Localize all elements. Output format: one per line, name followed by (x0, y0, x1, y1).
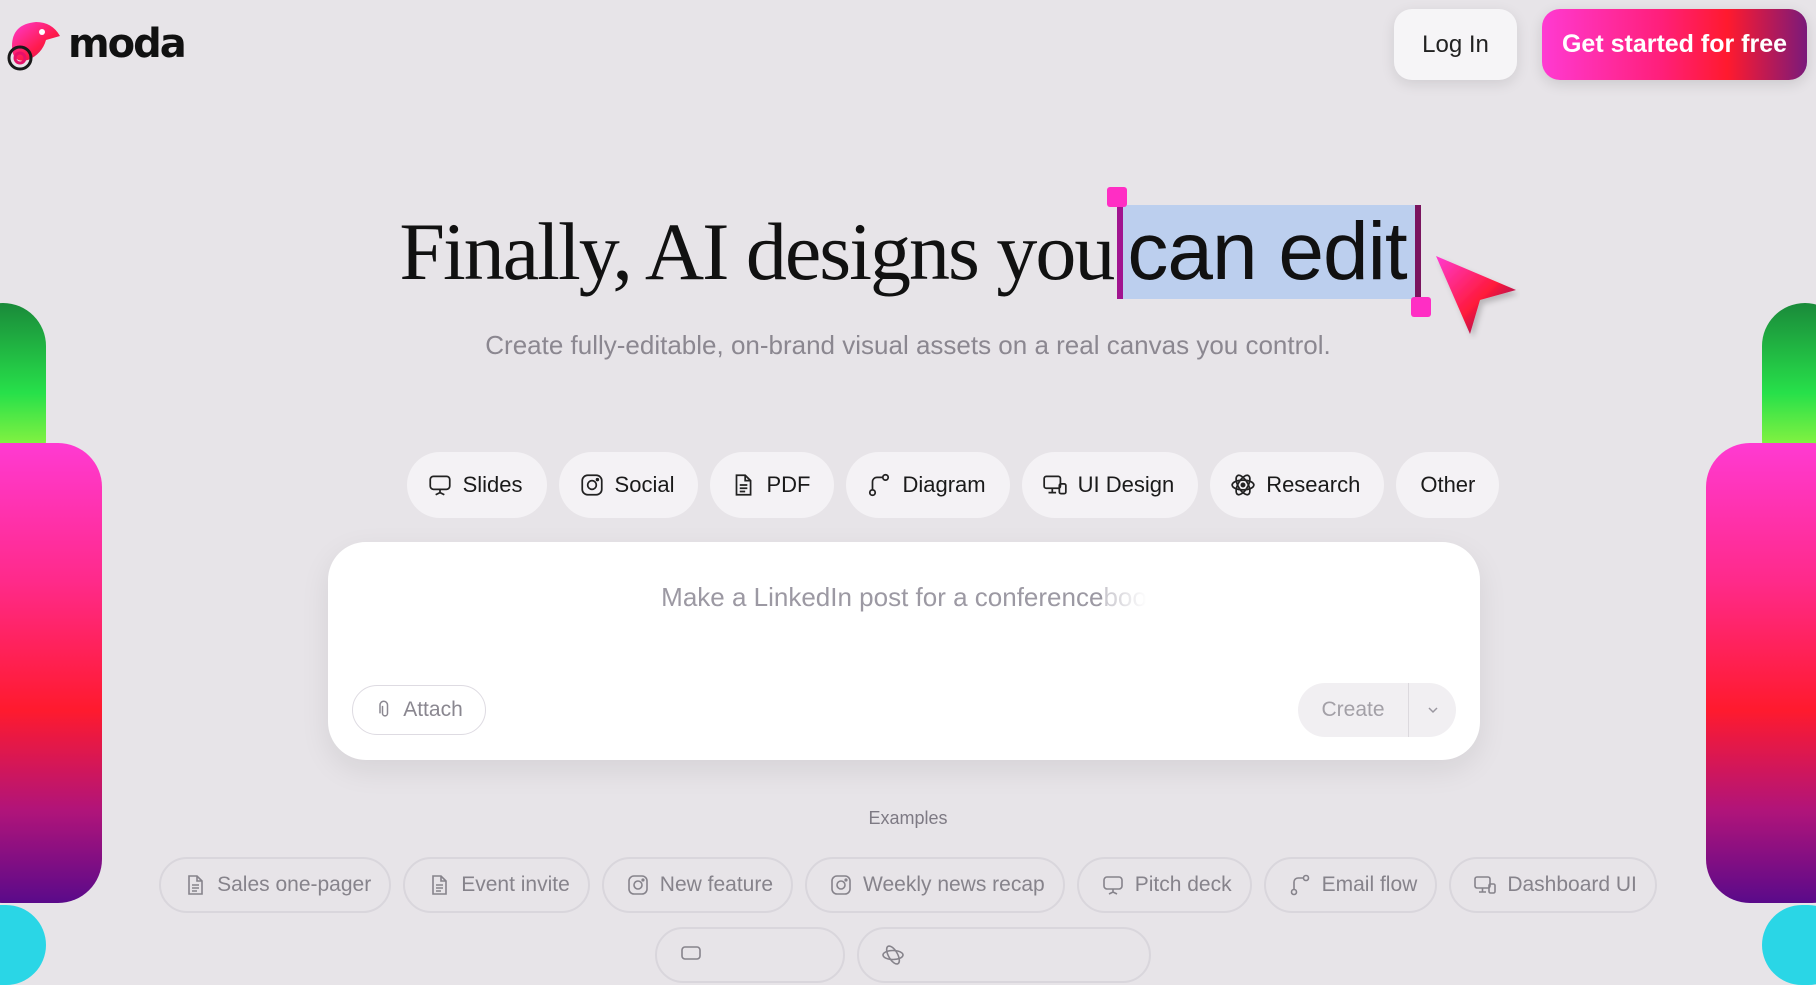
examples-list-row-2 (655, 927, 1151, 983)
flow-icon (869, 473, 890, 497)
presentation-icon (681, 946, 701, 960)
login-button[interactable]: Log In (1394, 9, 1517, 80)
hero-headline: Finally, AI designs you can edit (0, 187, 1816, 317)
category-social[interactable]: Social (558, 452, 699, 518)
category-label: Other (1420, 472, 1476, 497)
category-other[interactable]: Other (1396, 452, 1500, 518)
attach-button[interactable]: Attach (352, 685, 486, 735)
decor-right-bottom (1762, 905, 1816, 985)
get-started-button[interactable]: Get started for free (1542, 9, 1807, 80)
brand-logo[interactable]: moda (2, 14, 187, 74)
examples-heading: Examples (868, 808, 948, 828)
paperclip-icon (379, 700, 389, 717)
category-research[interactable]: Research (1210, 452, 1385, 518)
example-dashboard-ui[interactable]: Dashboard UI (1449, 857, 1657, 913)
selection-caret-end (1414, 205, 1421, 299)
headline-highlight-text: can edit (1127, 206, 1407, 297)
selection-caret-start (1117, 205, 1124, 299)
document-icon (736, 474, 752, 496)
create-options-dropdown[interactable] (1409, 683, 1456, 737)
create-button[interactable]: Create (1298, 683, 1408, 737)
category-label: Research (1266, 472, 1361, 497)
headline-prefix: Finally, AI designs you (399, 206, 1115, 297)
hero-subheadline: Create fully-editable, on-brand visual a… (485, 330, 1331, 360)
devices-icon (1474, 876, 1497, 894)
category-label: UI Design (1077, 472, 1175, 497)
atom-icon (1231, 474, 1255, 496)
example-label: Event invite (461, 873, 570, 896)
document-icon (188, 875, 203, 895)
document-icon (432, 875, 448, 895)
chameleon-logo-icon (7, 22, 60, 71)
category-label: PDF (766, 472, 811, 497)
prompt-input[interactable]: Make a LinkedIn post for a conference bo… (328, 582, 1480, 613)
attach-label: Attach (403, 698, 463, 721)
presentation-icon (428, 475, 451, 496)
instagram-icon (831, 875, 851, 895)
category-label: Social (614, 472, 675, 497)
category-label: Diagram (902, 472, 986, 497)
chevron-down-icon (1427, 707, 1438, 714)
example-label: Weekly news recap (863, 873, 1045, 896)
example-email-flow[interactable]: Email flow (1263, 857, 1438, 913)
example-partial-2[interactable] (857, 927, 1151, 983)
example-event-invite[interactable]: Event invite (403, 857, 590, 913)
prompt-placeholder-fading: boo (1103, 582, 1147, 612)
category-pdf[interactable]: PDF (710, 452, 835, 518)
brand-name: moda (68, 21, 187, 67)
category-label: Slides (462, 472, 523, 497)
headline-highlight: can edit (1107, 187, 1431, 317)
devices-icon (1042, 475, 1067, 495)
example-label: Email flow (1321, 873, 1418, 896)
selection-handle-top (1107, 187, 1128, 207)
category-slides[interactable]: Slides (406, 452, 547, 518)
examples-list: Sales one-pager Event invite New feature… (0, 857, 1816, 913)
decor-left-bottom (0, 905, 46, 985)
example-new-feature[interactable]: New feature (601, 857, 794, 913)
example-label: Sales one-pager (217, 873, 372, 896)
instagram-icon (627, 875, 648, 895)
example-weekly-news-recap[interactable]: Weekly news recap (805, 857, 1065, 913)
example-partial-1[interactable] (655, 927, 845, 983)
instagram-icon (580, 474, 603, 496)
example-label: Dashboard UI (1507, 873, 1637, 896)
pointer-cursor-icon (1436, 256, 1516, 334)
prompt-placeholder-text: Make a LinkedIn post for a conference (661, 582, 1104, 612)
atom-icon (882, 945, 904, 965)
example-sales-one-pager[interactable]: Sales one-pager (159, 857, 392, 913)
category-diagram[interactable]: Diagram (846, 452, 1010, 518)
create-button-group: Create (1298, 683, 1456, 737)
example-label: Pitch deck (1134, 873, 1232, 896)
category-ui-design[interactable]: UI Design (1021, 452, 1199, 518)
presentation-icon (1102, 876, 1123, 895)
flow-icon (1290, 874, 1309, 896)
category-tabs: Slides Social PDF Diagram UI Design Rese… (0, 452, 1816, 518)
prompt-card: Make a LinkedIn post for a conference bo… (328, 542, 1480, 760)
example-pitch-deck[interactable]: Pitch deck (1076, 857, 1252, 913)
example-label: New feature (659, 873, 774, 896)
